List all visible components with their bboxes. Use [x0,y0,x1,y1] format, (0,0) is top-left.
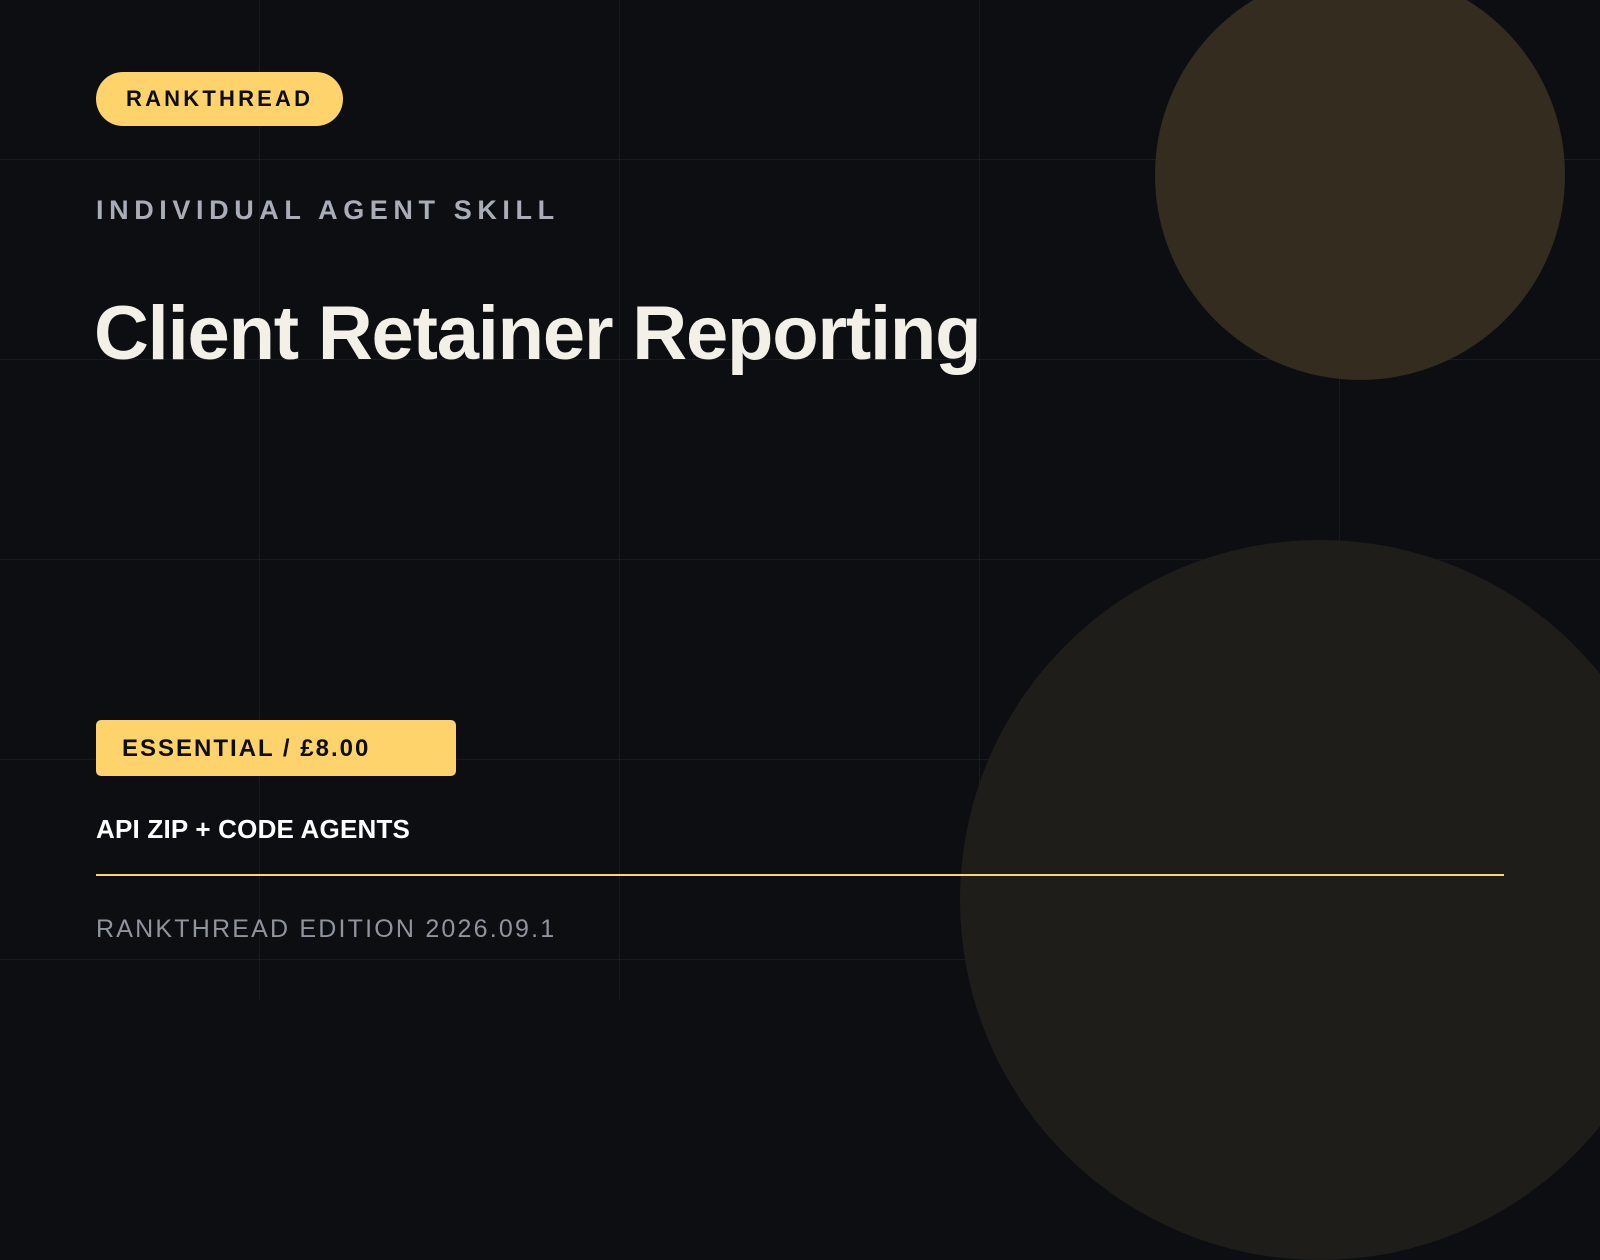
brand-badge: RANKTHREAD [96,72,344,126]
delivery-format-label: API ZIP + CODE AGENTS [96,814,411,844]
product-category-label: INDIVIDUAL AGENT SKILL [96,195,560,225]
price-badge: ESSENTIAL / £8.00 [96,720,456,776]
divider [96,874,1504,876]
page-title: Client Retainer Reporting [94,291,982,376]
cover-content: RANKTHREAD INDIVIDUAL AGENT SKILL Client… [0,0,1600,1000]
edition-label: RANKTHREAD EDITION 2026.09.1 [96,915,557,943]
